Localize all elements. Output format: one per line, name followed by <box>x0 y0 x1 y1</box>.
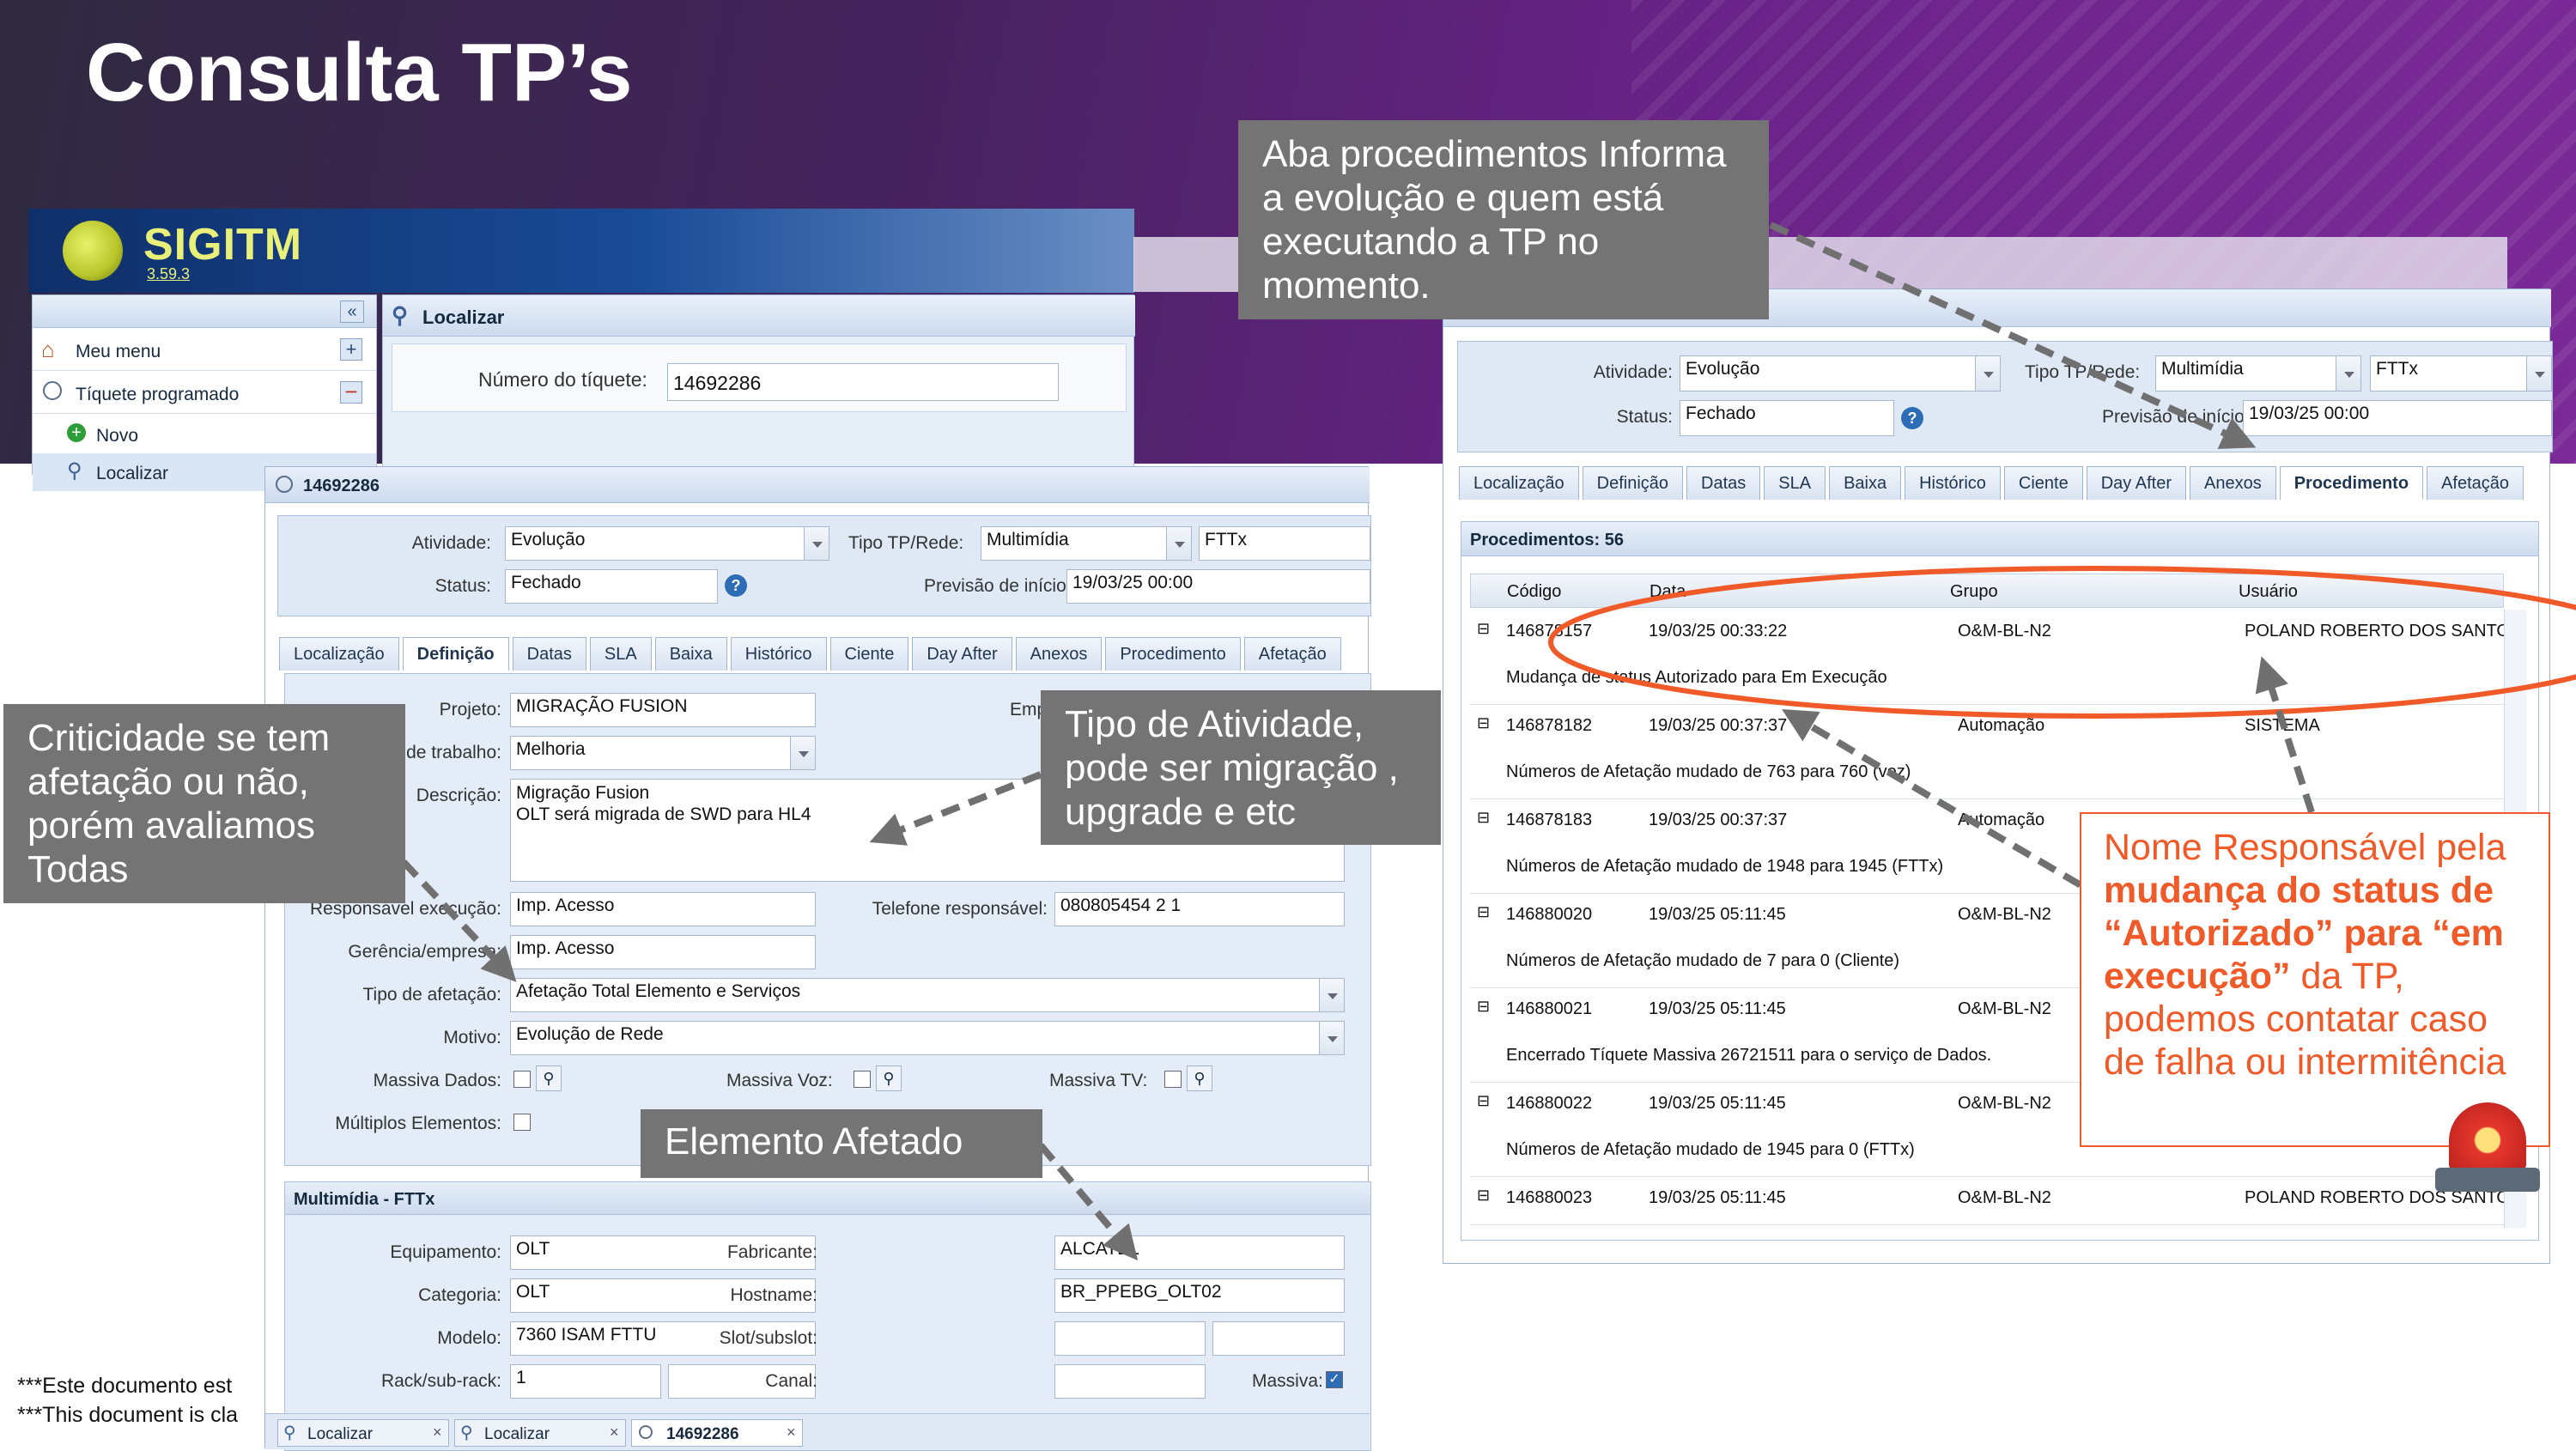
arrow-procedimentos <box>1769 222 2257 449</box>
highlight-ellipse <box>1548 566 2576 719</box>
alarm-siren-icon <box>2432 1096 2543 1195</box>
callout-tipo-atividade: Tipo de Atividade, pode ser migração , u… <box>1041 690 1441 845</box>
callout-criticidade: Criticidade se tem afetação ou não, poré… <box>3 704 405 903</box>
callout-responsavel-text-1: Nome Responsável pela <box>2104 827 2506 868</box>
callout-procedimentos: Aba procedimentos Informa a evolução e q… <box>1238 120 1769 319</box>
callout-elemento: Elemento Afetado <box>641 1109 1042 1178</box>
arrow-tipo-atividade <box>869 771 1042 846</box>
arrow-elemento <box>1037 1143 1139 1261</box>
arrow-responsavel-1 <box>1782 708 2108 903</box>
arrow-responsavel-2 <box>2255 656 2315 814</box>
arrow-criticidade <box>401 859 517 982</box>
